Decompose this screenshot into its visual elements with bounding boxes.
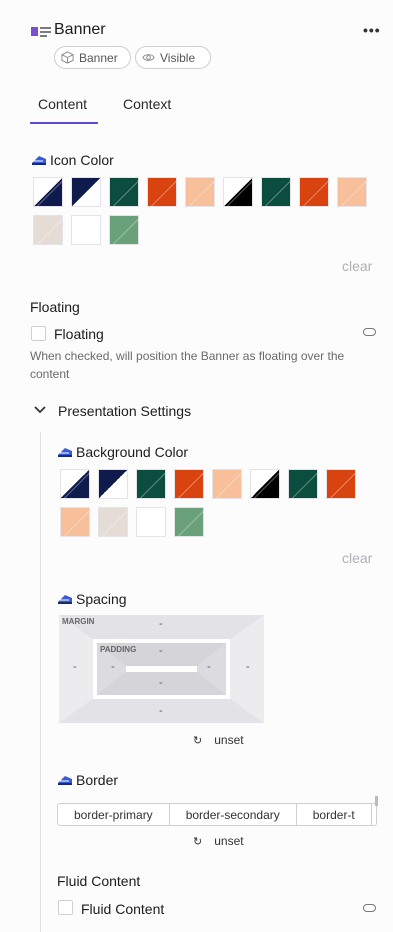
border-option-tertiary[interactable]: border-t xyxy=(297,804,372,825)
reset-icon: ↻ xyxy=(193,734,203,747)
background-color-swatch-orange-2[interactable] xyxy=(326,469,356,499)
fluid-content-checkbox-label: Fluid Content xyxy=(81,901,165,917)
background-color-swatch-beige[interactable] xyxy=(98,507,128,537)
background-color-swatch-white-navy-split[interactable] xyxy=(98,469,128,499)
background-color-clear-button[interactable]: clear xyxy=(342,550,372,566)
icon-color-swatch-navy-white-split[interactable] xyxy=(33,177,63,207)
icon-color-swatch-sage-green[interactable] xyxy=(109,215,139,245)
component-type-chip[interactable]: Banner xyxy=(54,46,131,69)
border-option-secondary[interactable]: border-secondary xyxy=(170,804,297,825)
icon-color-clear-button[interactable]: clear xyxy=(342,258,372,274)
icon-color-swatch-white-black-split[interactable] xyxy=(223,177,253,207)
link-icon[interactable] xyxy=(363,904,376,912)
background-color-swatch-navy-white-split[interactable] xyxy=(60,469,90,499)
chip-label-visibility: Visible xyxy=(160,50,196,65)
tab-content[interactable]: Content xyxy=(38,96,87,112)
palette-icon xyxy=(58,776,72,785)
icon-color-label: Icon Color xyxy=(50,152,114,168)
floating-heading: Floating xyxy=(30,299,80,315)
margin-left-value[interactable]: - xyxy=(73,661,77,673)
icon-color-swatch-peach[interactable] xyxy=(185,177,215,207)
link-icon[interactable] xyxy=(363,328,376,336)
scrollbar-thumb[interactable] xyxy=(375,796,378,806)
border-unset-button[interactable]: ↻ unset xyxy=(193,834,244,848)
border-option-primary[interactable]: border-primary xyxy=(58,804,170,825)
icon-color-swatch-dark-green-2[interactable] xyxy=(261,177,291,207)
palette-icon xyxy=(58,595,72,604)
icon-color-swatch-peach-2[interactable] xyxy=(337,177,367,207)
icon-color-swatch-dark-green[interactable] xyxy=(109,177,139,207)
padding-bottom-value[interactable]: - xyxy=(159,677,163,689)
margin-label: MARGIN xyxy=(62,617,95,626)
active-tab-indicator xyxy=(30,122,98,124)
icon-color-swatch-grid xyxy=(33,177,367,245)
presentation-settings-toggle[interactable]: Presentation Settings xyxy=(58,403,191,419)
background-color-swatch-dark-green-2[interactable] xyxy=(288,469,318,499)
border-options-segmented: border-primary border-secondary border-t xyxy=(57,803,377,826)
background-color-swatch-grid xyxy=(60,469,356,537)
icon-color-swatch-beige[interactable] xyxy=(33,215,63,245)
background-color-swatch-white[interactable] xyxy=(136,507,166,537)
padding-label: PADDING xyxy=(100,645,137,654)
floating-help-text: When checked, will position the Banner a… xyxy=(30,349,345,381)
more-options-button[interactable]: ••• xyxy=(363,22,381,38)
icon-color-swatch-orange-2[interactable] xyxy=(299,177,329,207)
reset-icon: ↻ xyxy=(193,835,203,848)
cube-icon xyxy=(61,51,74,64)
icon-color-swatch-white[interactable] xyxy=(71,215,101,245)
border-unset-label: unset xyxy=(214,834,244,848)
floating-checkbox-label: Floating xyxy=(54,326,104,342)
icon-color-swatch-orange[interactable] xyxy=(147,177,177,207)
background-color-heading: Background Color xyxy=(57,444,188,460)
background-color-swatch-peach-2[interactable] xyxy=(60,507,90,537)
tab-context[interactable]: Context xyxy=(123,96,171,112)
icon-color-swatch-white-navy-split[interactable] xyxy=(71,177,101,207)
background-color-swatch-dark-green[interactable] xyxy=(136,469,166,499)
padding-left-value[interactable]: - xyxy=(111,661,115,673)
eye-icon xyxy=(142,54,155,61)
floating-checkbox[interactable] xyxy=(31,326,46,341)
spacing-unset-label: unset xyxy=(214,733,244,747)
component-title: Banner xyxy=(54,21,106,38)
background-color-swatch-sage-green[interactable] xyxy=(174,507,204,537)
banner-component-icon xyxy=(31,27,51,37)
background-color-label: Background Color xyxy=(76,444,189,460)
spacing-label: Spacing xyxy=(76,591,127,607)
border-heading: Border xyxy=(57,772,118,788)
visibility-chip[interactable]: Visible xyxy=(135,46,211,69)
palette-icon xyxy=(32,156,46,165)
spacing-unset-button[interactable]: ↻ unset xyxy=(193,733,244,747)
background-color-swatch-peach[interactable] xyxy=(212,469,242,499)
fluid-content-heading: Fluid Content xyxy=(57,873,141,889)
padding-top-value[interactable]: - xyxy=(159,645,163,657)
chevron-down-icon[interactable] xyxy=(34,405,46,415)
chip-label-type: Banner xyxy=(79,50,118,65)
spacing-editor: MARGIN PADDING - - - - - - - - xyxy=(59,615,264,723)
margin-top-value[interactable]: - xyxy=(159,618,163,630)
spacing-heading: Spacing xyxy=(57,591,127,607)
icon-color-heading: Icon Color xyxy=(31,152,114,168)
border-label: Border xyxy=(76,772,119,788)
margin-bottom-value[interactable]: - xyxy=(159,705,163,717)
padding-right-value[interactable]: - xyxy=(207,661,211,673)
background-color-swatch-white-black-split[interactable] xyxy=(250,469,280,499)
fluid-content-checkbox[interactable] xyxy=(58,900,73,915)
section-indent-line xyxy=(40,432,41,932)
background-color-swatch-orange[interactable] xyxy=(174,469,204,499)
margin-right-value[interactable]: - xyxy=(246,661,250,673)
palette-icon xyxy=(58,448,72,457)
